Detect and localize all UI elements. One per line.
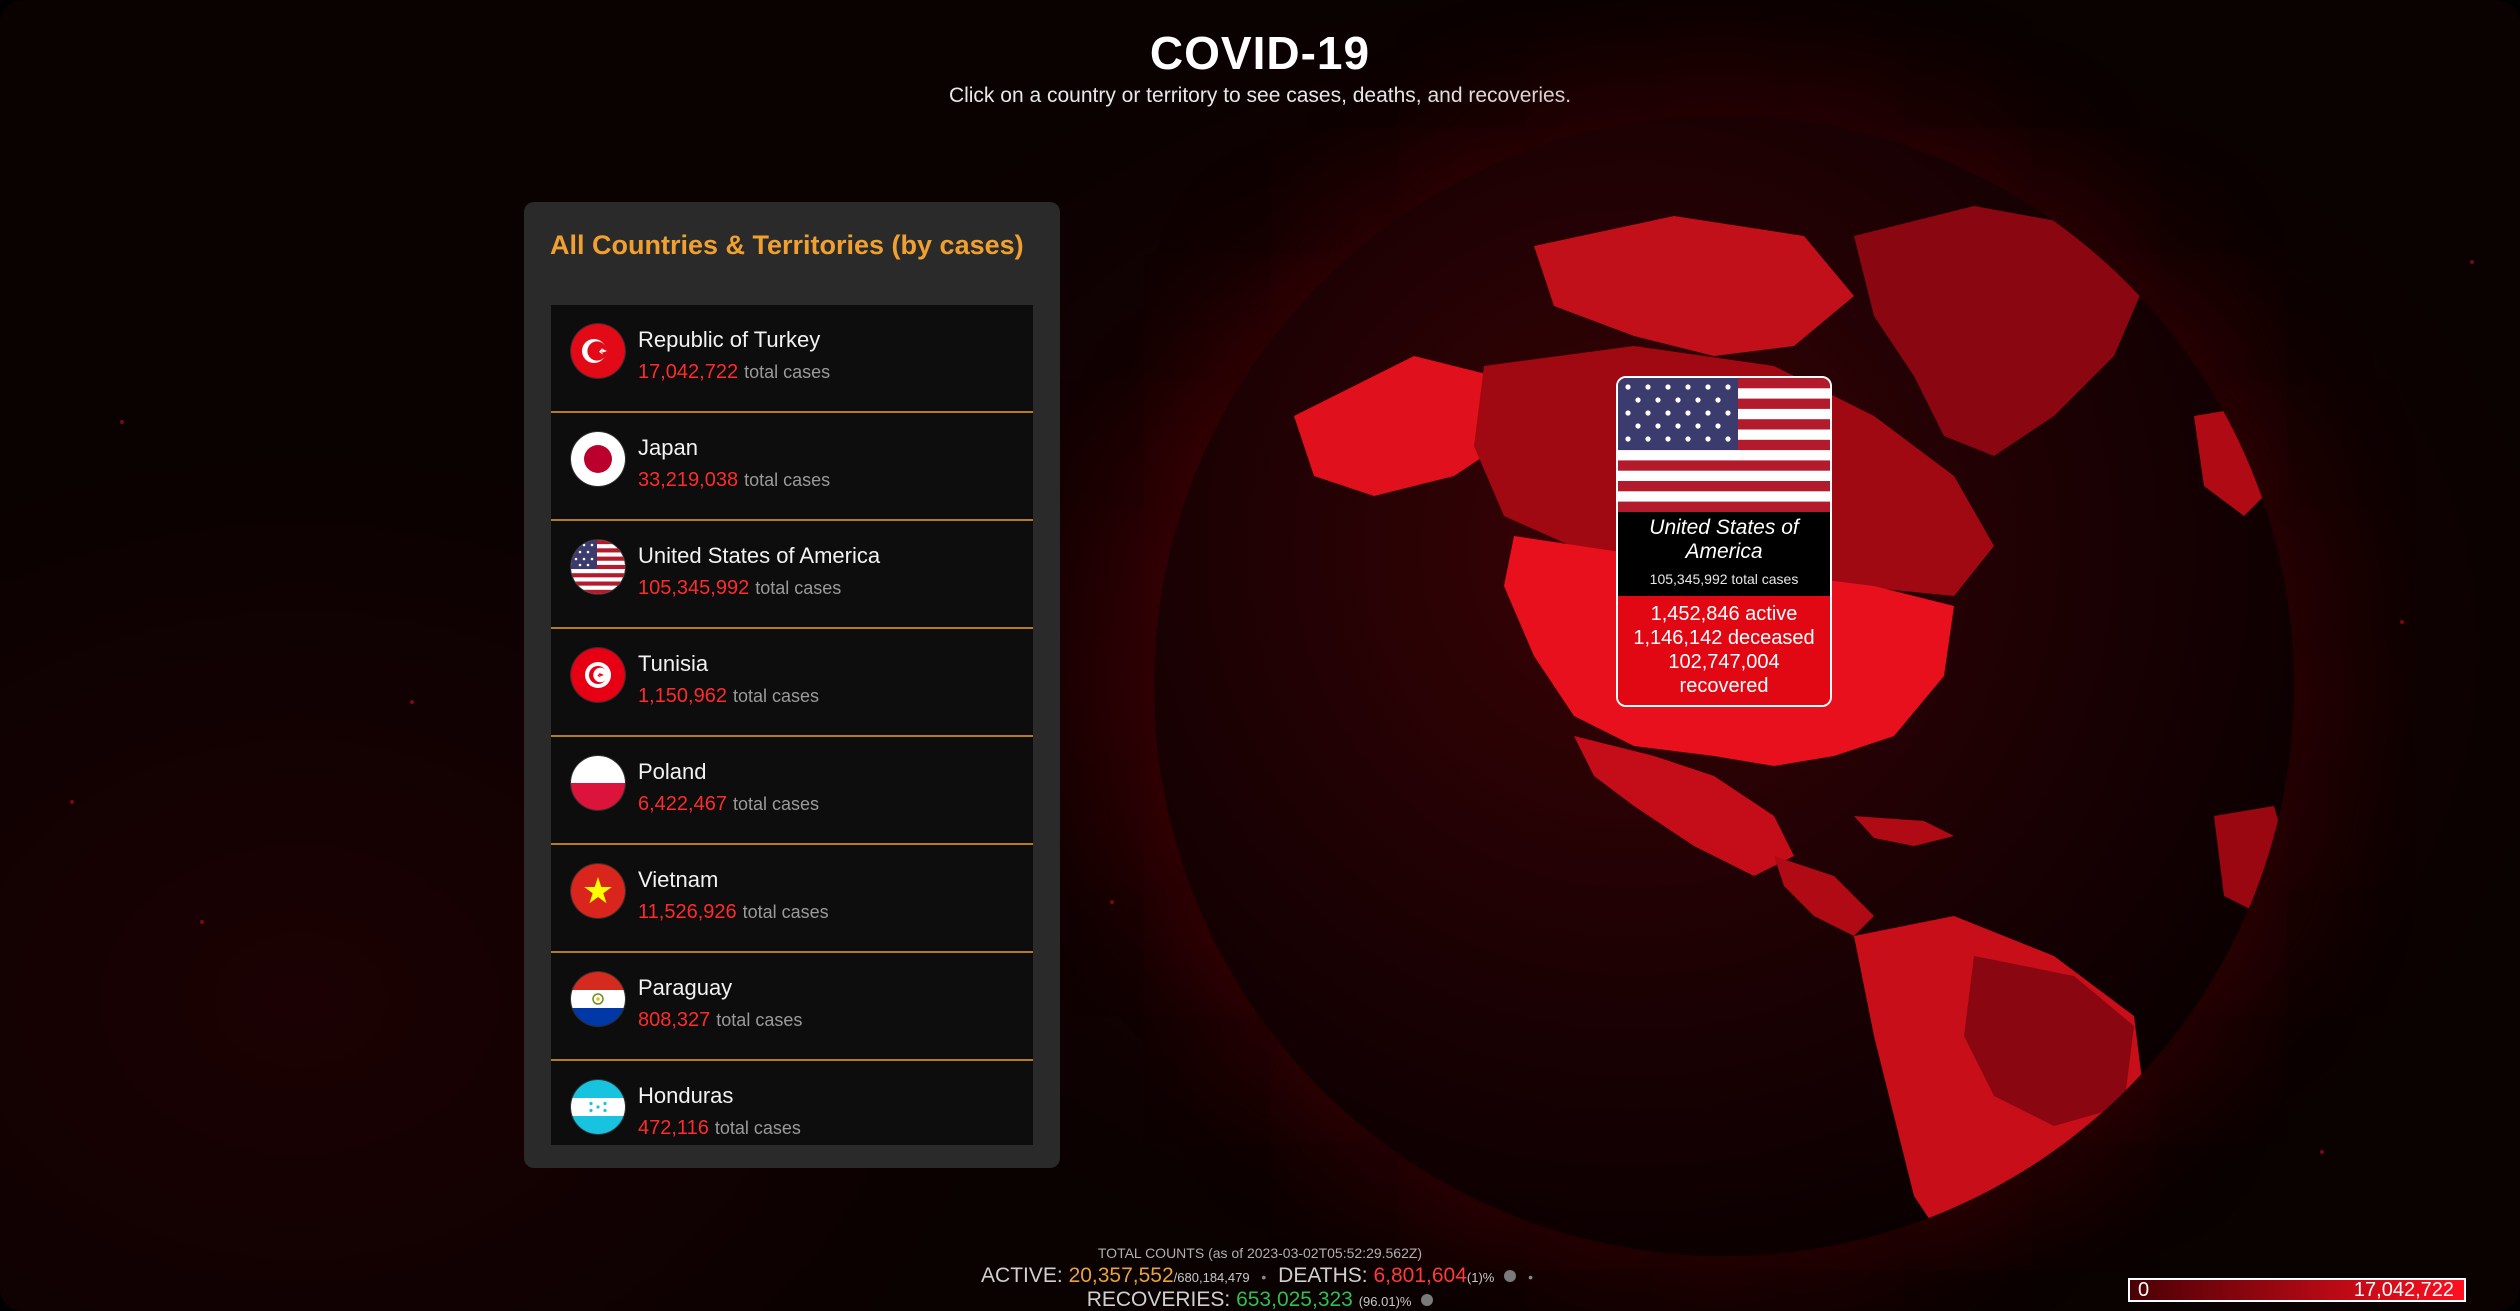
paraguay-flag-icon <box>571 972 625 1026</box>
background-particle <box>2470 260 2474 264</box>
countries-panel: All Countries & Territories (by cases) R… <box>524 202 1060 1168</box>
tooltip-deceased: 1,146,142 deceased <box>1633 627 1815 649</box>
country-cases: 6,422,467 total cases <box>638 793 819 816</box>
poland-flag-icon <box>571 756 625 810</box>
background-particle <box>410 700 414 704</box>
case-count: 105,345,992 <box>638 577 750 599</box>
country-cases: 33,219,038 total cases <box>638 469 830 492</box>
scale-min: 0 <box>2138 1279 2150 1301</box>
usa-flag-icon <box>571 540 625 594</box>
info-icon[interactable] <box>1504 1270 1517 1283</box>
country-tooltip-card: United States of America 105,345,992 tot… <box>1616 376 1832 707</box>
country-shape-arctic-islands <box>1534 216 1854 356</box>
country-row[interactable]: Japan 33,219,038 total cases <box>551 413 1033 521</box>
background-particle <box>200 920 204 924</box>
separator-dot: • <box>1261 1269 1267 1285</box>
tooltip-country-name: United States of America <box>1649 516 1799 563</box>
japan-flag-icon <box>571 432 625 486</box>
active-label: ACTIVE: <box>981 1264 1063 1287</box>
country-row[interactable]: United States of America 105,345,992 tota… <box>551 521 1033 629</box>
turkey-flag-icon <box>571 324 625 378</box>
case-count: 472,116 <box>638 1117 709 1139</box>
background-particle <box>1110 900 1114 904</box>
case-count: 6,422,467 <box>638 793 727 815</box>
country-name: Japan <box>638 435 698 460</box>
country-name: Tunisia <box>638 651 709 676</box>
country-cases: 11,526,926 total cases <box>638 901 829 924</box>
vietnam-flag-icon <box>571 864 625 918</box>
country-name: Honduras <box>638 1083 734 1108</box>
country-cases: 808,327 total cases <box>638 1009 802 1032</box>
country-cases: 105,345,992 total cases <box>638 577 841 600</box>
country-list[interactable]: Republic of Turkey 17,042,722 total cases… <box>551 305 1033 1145</box>
country-shape-europe-edge <box>2194 406 2284 516</box>
deaths-pct: (1)% <box>1466 1270 1495 1285</box>
total-counts-label: TOTAL COUNTS (as of 2023-03-02T05:52:29.… <box>1097 1245 1423 1261</box>
recoveries-label: RECOVERIES: <box>1086 1288 1231 1311</box>
usa-flag-icon <box>1618 378 1830 512</box>
country-cases: 17,042,722 total cases <box>638 361 830 384</box>
country-name: United States of America <box>638 543 881 568</box>
background-particle <box>70 800 74 804</box>
panel-title: All Countries & Territories (by cases) <box>550 230 1024 260</box>
cases-suffix: total cases <box>732 686 820 706</box>
background-particle <box>2400 620 2404 624</box>
cases-suffix: total cases <box>744 470 831 490</box>
active-total: /680,184,479 <box>1173 1270 1250 1285</box>
background-particle <box>2320 1150 2324 1154</box>
country-row[interactable]: Paraguay 808,327 total cases <box>551 953 1033 1061</box>
country-name: Poland <box>638 759 707 784</box>
case-count: 17,042,722 <box>638 361 739 383</box>
country-row[interactable]: Poland 6,422,467 total cases <box>551 737 1033 845</box>
case-count: 11,526,926 <box>638 901 737 923</box>
country-name: Paraguay <box>638 975 733 1000</box>
country-name: Vietnam <box>638 867 719 892</box>
country-row[interactable]: Honduras 472,116 total cases <box>551 1061 1033 1145</box>
cases-suffix: total cases <box>755 578 842 598</box>
tooltip-total-cases: 105,345,992 total cases <box>1649 571 1799 587</box>
separator-dot: • <box>1528 1269 1533 1285</box>
tooltip-recovered-value: 102,747,004 <box>1668 651 1780 673</box>
cases-suffix: total cases <box>714 1118 801 1138</box>
cases-suffix: total cases <box>732 794 820 814</box>
info-icon[interactable] <box>1421 1294 1434 1307</box>
cases-suffix: total cases <box>742 902 829 922</box>
country-shape-africa-edge <box>2214 806 2294 916</box>
case-count: 808,327 <box>638 1009 711 1031</box>
tooltip-recovered-label: recovered <box>1679 675 1769 697</box>
country-row[interactable]: Vietnam 11,526,926 total cases <box>551 845 1033 953</box>
country-cases: 1,150,962 total cases <box>638 685 819 708</box>
deaths-label: DEATHS: <box>1278 1264 1368 1287</box>
color-scale-legend: 0 17,042,722 <box>2128 1278 2466 1302</box>
case-count: 33,219,038 <box>638 469 739 491</box>
active-value: 20,357,552 <box>1068 1264 1174 1287</box>
scale-max: 17,042,722 <box>2353 1279 2454 1301</box>
country-cases: 472,116 total cases <box>638 1117 801 1140</box>
tunisia-flag-icon <box>571 648 625 702</box>
app-stage: COVID-19 Click on a country or territory… <box>0 0 2520 1311</box>
background-particle <box>120 420 124 424</box>
cases-suffix: total cases <box>744 362 831 382</box>
cases-suffix: total cases <box>716 1010 803 1030</box>
country-shape-caribbean <box>1854 816 1954 846</box>
country-shape-central-america <box>1774 856 1874 936</box>
recoveries-value: 653,025,323 <box>1236 1288 1353 1311</box>
tooltip-stats: 1,452,846 active 1,146,142 deceased 102,… <box>1618 596 1830 705</box>
country-row[interactable]: Tunisia 1,150,962 total cases <box>551 629 1033 737</box>
recoveries-pct: (96.01)% <box>1358 1294 1412 1309</box>
country-name: Republic of Turkey <box>638 327 821 352</box>
page-title: COVID-19 <box>1149 27 1371 79</box>
tooltip-active: 1,452,846 active <box>1650 603 1798 625</box>
page-subtitle: Click on a country or territory to see c… <box>948 84 1572 107</box>
country-row[interactable]: Republic of Turkey 17,042,722 total cases <box>551 305 1033 413</box>
case-count: 1,150,962 <box>638 685 727 707</box>
honduras-flag-icon <box>571 1080 625 1134</box>
country-shape-greenland <box>1854 206 2144 456</box>
deaths-value: 6,801,604 <box>1373 1264 1467 1287</box>
